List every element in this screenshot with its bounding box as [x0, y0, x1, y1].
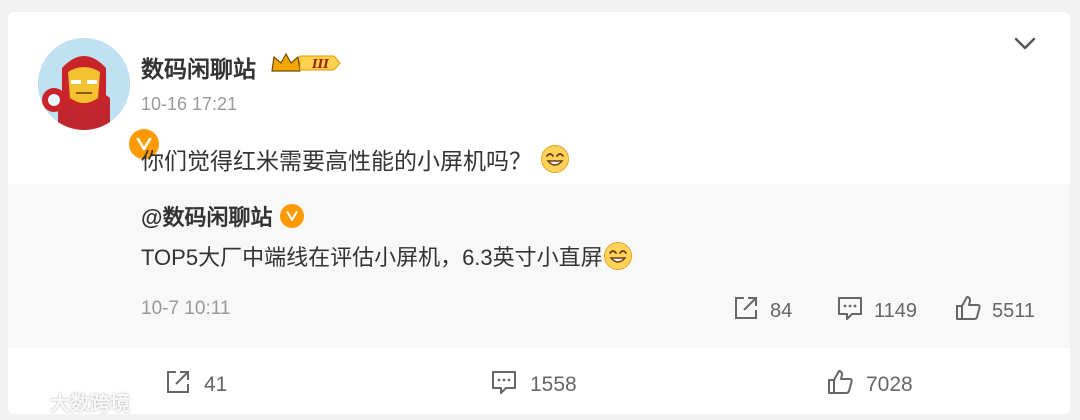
- verified-badge-icon: [280, 204, 305, 228]
- svg-text:III: III: [311, 57, 329, 71]
- quoted-timestamp: 10-7 10:11: [141, 298, 231, 319]
- repost-count: 41: [204, 373, 228, 396]
- quoted-content: TOP5大厂中端线在评估小屏机，6.3英寸小直屏: [141, 240, 633, 272]
- post-text: 你们觉得红米需要高性能的小屏机吗？: [141, 148, 532, 174]
- watermark: 大数跨境: [8, 386, 130, 416]
- quoted-like-button[interactable]: 5511: [954, 294, 1035, 328]
- post-timestamp: 10-16 17:21: [141, 94, 238, 114]
- watermark-text: 大数跨境: [50, 392, 130, 415]
- quoted-comment-button[interactable]: 1149: [836, 294, 917, 328]
- quoted-like-count: 5511: [992, 299, 1036, 322]
- vip-crown-badge-icon[interactable]: III: [270, 51, 342, 80]
- thumbs-up-icon: [826, 368, 854, 402]
- quoted-comment-count: 1149: [874, 299, 918, 322]
- quoted-username[interactable]: @数码闲聊站: [141, 200, 272, 232]
- username[interactable]: 数码闲聊站: [141, 50, 256, 84]
- comment-count: 1558: [530, 373, 577, 396]
- iron-man-avatar-image: [38, 38, 130, 130]
- quoted-username-row[interactable]: @数码闲聊站: [141, 200, 305, 232]
- smile-emoji-icon: [540, 144, 570, 174]
- comment-button[interactable]: 1558: [490, 368, 577, 402]
- quoted-repost-count: 84: [770, 299, 793, 322]
- chevron-down-icon[interactable]: [1013, 36, 1037, 57]
- like-count: 7028: [866, 373, 913, 396]
- quoted-repost[interactable]: @数码闲聊站 TOP5大厂中端线在评估小屏机，6.3英寸小直屏 10-7 10:…: [8, 184, 1070, 348]
- share-icon: [732, 294, 760, 328]
- post-content: 你们觉得红米需要高性能的小屏机吗？: [141, 142, 570, 176]
- smile-emoji-icon: [603, 241, 633, 271]
- thumbs-up-icon: [954, 294, 982, 328]
- comment-icon: [836, 294, 864, 328]
- quoted-repost-button[interactable]: 84: [732, 294, 792, 328]
- action-bar: 41 1558 7028: [8, 348, 1070, 414]
- avatar[interactable]: [38, 38, 162, 162]
- quoted-text: TOP5大厂中端线在评估小屏机，6.3英寸小直屏: [141, 245, 603, 270]
- repost-button[interactable]: 41: [164, 368, 227, 402]
- comment-icon: [490, 368, 518, 402]
- like-button[interactable]: 7028: [826, 368, 913, 402]
- watermark-logo-icon: [8, 386, 44, 416]
- weibo-post-card: 数码闲聊站 III 10-16 17:21 你们觉得红米需要高性能的小屏机吗？ …: [8, 12, 1070, 414]
- share-icon: [164, 368, 192, 402]
